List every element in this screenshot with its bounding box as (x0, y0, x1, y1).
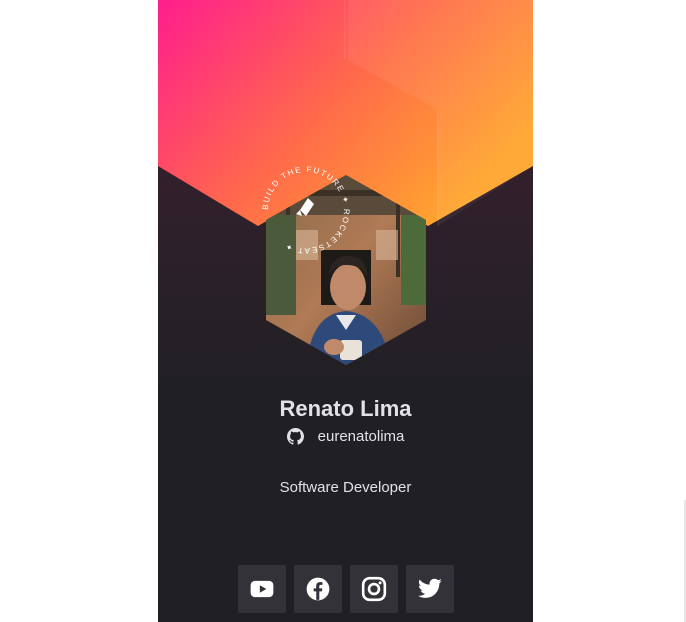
profile-role: Software Developer (279, 479, 412, 496)
profile-card: BUILD THE FUTURE ✦ ROCKETSEAT ✦ Renato L… (158, 0, 533, 622)
youtube-button[interactable] (238, 565, 286, 613)
facebook-icon (306, 577, 330, 601)
twitter-button[interactable] (406, 565, 454, 613)
instagram-button[interactable] (350, 565, 398, 613)
rocketseat-badge: BUILD THE FUTURE ✦ ROCKETSEAT ✦ (261, 165, 350, 255)
github-username: eurenatolima (317, 428, 405, 445)
facebook-button[interactable] (294, 565, 342, 613)
profile-name: Renato Lima (279, 396, 412, 421)
twitter-icon (417, 578, 442, 598)
github-icon (286, 428, 304, 445)
instagram-icon (361, 576, 387, 602)
youtube-icon (250, 580, 274, 598)
github-link[interactable]: eurenatolima (158, 428, 533, 445)
social-links (238, 565, 454, 613)
